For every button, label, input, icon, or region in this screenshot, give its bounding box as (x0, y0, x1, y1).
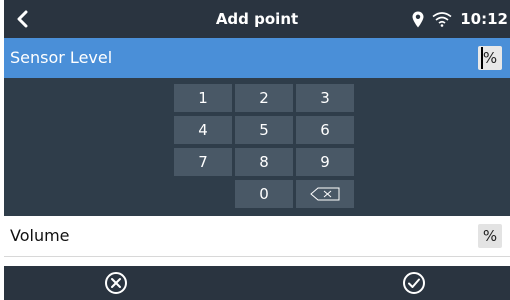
key-7[interactable]: 7 (174, 148, 232, 176)
list-spacer (4, 257, 510, 266)
key-9[interactable]: 9 (296, 148, 354, 176)
sensor-level-unit-field[interactable]: % (478, 46, 502, 70)
status-area: 10:12 (412, 0, 510, 38)
key-label: 5 (259, 121, 269, 139)
location-pin-icon (412, 11, 424, 27)
key-label: 7 (198, 153, 208, 171)
key-label: 6 (320, 121, 330, 139)
numeric-keypad: 1 2 3 4 5 6 7 8 9 0 (4, 78, 510, 216)
volume-unit-field[interactable]: % (478, 224, 502, 248)
cancel-circle-icon (105, 272, 127, 294)
volume-label: Volume (10, 226, 70, 245)
sensor-level-row[interactable]: Sensor Level % (4, 38, 510, 78)
sensor-level-unit: % (482, 49, 498, 67)
cancel-button[interactable] (76, 266, 156, 300)
key-label: 2 (259, 89, 269, 107)
bottom-bar (4, 266, 510, 300)
volume-unit: % (482, 227, 498, 245)
clock: 10:12 (460, 10, 508, 28)
backspace-key[interactable] (296, 180, 354, 208)
key-8[interactable]: 8 (235, 148, 293, 176)
key-label: 1 (198, 89, 208, 107)
key-2[interactable]: 2 (235, 84, 293, 112)
sensor-level-label: Sensor Level (10, 48, 113, 67)
key-label: 0 (259, 185, 269, 203)
key-label: 4 (198, 121, 208, 139)
key-0[interactable]: 0 (235, 180, 293, 208)
key-5[interactable]: 5 (235, 116, 293, 144)
text-cursor (481, 47, 483, 69)
key-1[interactable]: 1 (174, 84, 232, 112)
screen: Add point 10:12 Sensor Level % 1 2 3 4 5… (0, 0, 510, 300)
back-button[interactable] (4, 0, 40, 38)
volume-row[interactable]: Volume % (4, 216, 510, 257)
wifi-icon (432, 12, 452, 27)
key-label: 3 (320, 89, 330, 107)
key-3[interactable]: 3 (296, 84, 354, 112)
key-6[interactable]: 6 (296, 116, 354, 144)
key-4[interactable]: 4 (174, 116, 232, 144)
check-circle-icon (403, 272, 425, 294)
top-bar: Add point 10:12 (4, 0, 510, 38)
key-label: 8 (259, 153, 269, 171)
key-label: 9 (320, 153, 330, 171)
chevron-left-icon (17, 10, 28, 28)
backspace-icon (310, 187, 340, 201)
confirm-button[interactable] (374, 266, 454, 300)
